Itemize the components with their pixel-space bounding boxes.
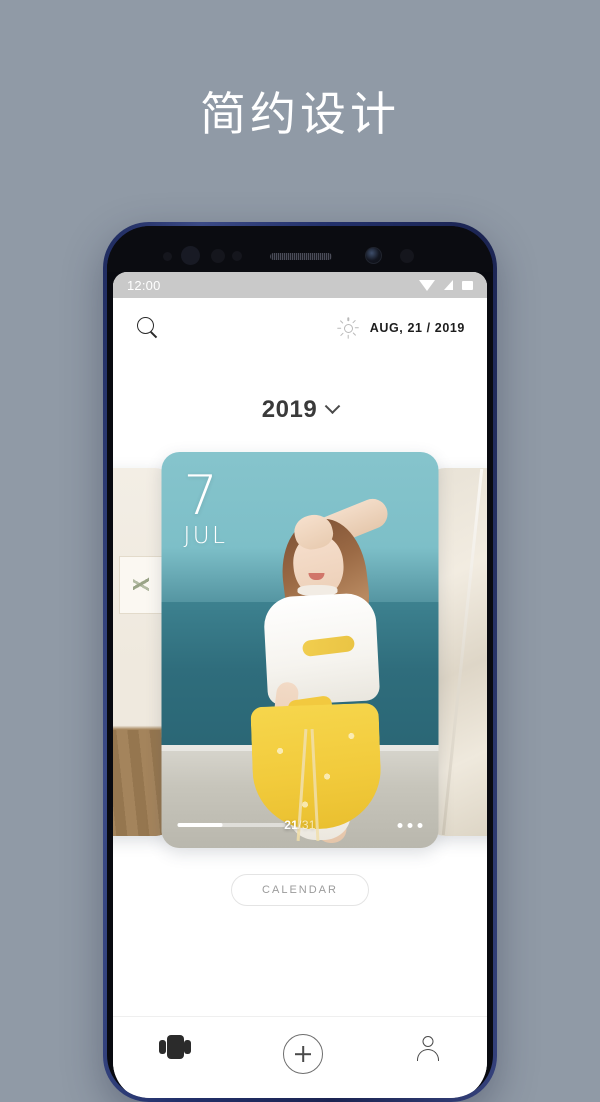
person-icon-body xyxy=(417,1049,439,1061)
status-bar-icons xyxy=(419,279,473,291)
card-month-label: JUL xyxy=(183,523,228,550)
sun-icon-core xyxy=(343,323,353,333)
carousel-icon-right xyxy=(184,1040,191,1054)
calendar-button-row: CALENDAR xyxy=(113,874,487,906)
nav-item-cards[interactable] xyxy=(159,1034,191,1060)
dot xyxy=(397,822,403,828)
card-date-overlay: 7 JUL xyxy=(183,464,228,550)
sun-ray xyxy=(355,327,360,329)
sun-ray xyxy=(347,317,349,321)
battery-icon xyxy=(462,280,473,290)
carousel-icon-left xyxy=(159,1040,166,1054)
sun-ray xyxy=(337,327,342,329)
card-progress-bar[interactable] xyxy=(177,823,286,827)
promo-headline: 简约设计 xyxy=(200,87,400,141)
bottom-navigation xyxy=(113,1016,487,1098)
status-bar-time: 12:00 xyxy=(127,277,161,293)
iris-scanner-icon xyxy=(181,246,200,265)
sun-ray xyxy=(352,332,357,337)
phone-screen: 12:00 AUG, 21 / 2019 2019 7 JUL 21/31 CA… xyxy=(113,272,487,1098)
card-footer: 21/31 xyxy=(162,816,439,834)
signal-icon xyxy=(444,280,453,290)
card-counter: 21/31 xyxy=(284,818,316,832)
sun-icon[interactable] xyxy=(337,317,360,339)
card-counter-total: /31 xyxy=(298,818,316,832)
sun-ray xyxy=(340,319,344,324)
earpiece-speaker-icon xyxy=(270,253,332,260)
header-right-group[interactable]: AUG, 21 / 2019 xyxy=(337,317,465,339)
card-carousel[interactable]: 7 JUL 21/31 xyxy=(113,452,487,848)
nav-item-add[interactable] xyxy=(283,1034,323,1074)
more-dots-icon[interactable] xyxy=(397,822,423,828)
carousel-icon xyxy=(159,1034,191,1060)
sun-ray xyxy=(340,332,344,337)
proximity-sensor-icon xyxy=(163,252,172,261)
dot xyxy=(407,822,413,828)
wifi-icon xyxy=(419,279,435,291)
phone-top-bezel xyxy=(107,226,493,272)
plus-icon xyxy=(283,1034,323,1074)
year-selector[interactable]: 2019 xyxy=(113,358,487,450)
search-icon[interactable] xyxy=(137,317,159,339)
card-photo-leaf xyxy=(133,572,149,598)
led-indicator-icon xyxy=(232,251,242,261)
sensor-dot-icon xyxy=(400,249,414,263)
current-date-label: AUG, 21 / 2019 xyxy=(369,321,465,335)
nav-item-profile[interactable] xyxy=(415,1034,441,1061)
carousel-icon-center xyxy=(167,1035,184,1059)
card-progress-fill xyxy=(177,823,223,827)
card-counter-current: 21 xyxy=(284,818,299,832)
phone-device-inner: 12:00 AUG, 21 / 2019 2019 7 JUL 21/31 CA… xyxy=(107,226,493,1098)
front-camera-icon xyxy=(365,247,382,264)
dot xyxy=(417,822,423,828)
chevron-down-icon[interactable] xyxy=(324,397,341,414)
year-label: 2019 xyxy=(261,396,318,423)
light-sensor-icon xyxy=(211,249,225,263)
card-day-number: 7 xyxy=(183,464,218,527)
search-icon-handle xyxy=(150,331,158,339)
person-icon xyxy=(415,1034,441,1061)
sun-ray xyxy=(347,335,349,339)
sun-ray xyxy=(352,319,357,324)
app-header: AUG, 21 / 2019 xyxy=(113,298,487,358)
status-bar: 12:00 xyxy=(113,272,487,298)
phone-device: 12:00 AUG, 21 / 2019 2019 7 JUL 21/31 CA… xyxy=(103,222,497,1102)
carousel-card-active[interactable]: 7 JUL 21/31 xyxy=(161,452,439,848)
card-photo-fold xyxy=(441,468,484,836)
calendar-button[interactable]: CALENDAR xyxy=(231,874,369,906)
person-icon-head xyxy=(422,1036,434,1047)
